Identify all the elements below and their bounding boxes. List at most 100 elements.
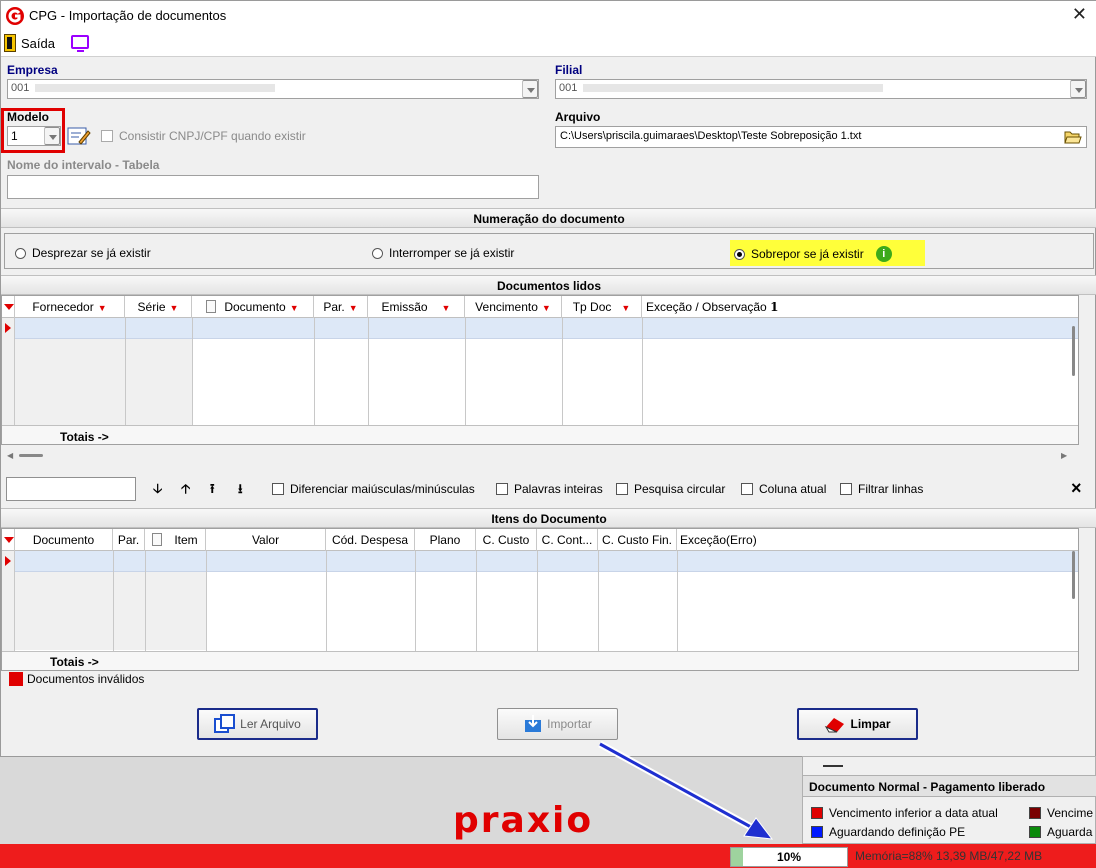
col-c-custo-fin-label: C. Custo Fin. [601,533,673,547]
empresa-value: 001 [11,82,30,94]
documentos-lidos-grid[interactable]: Fornecedor ▼ Série ▼ Documento ▼ Par. ▼ Emis… [1,295,1079,445]
legend-label: Vencimento inferior a data atual [829,806,998,820]
monitor-icon[interactable] [71,35,89,52]
col-emissao-label: Emissão [381,300,428,314]
col-plano[interactable]: Plano [415,529,476,551]
grid-header-row: Fornecedor ▼ Série ▼ Documento ▼ Par. ▼ Emis… [2,296,1078,318]
radio-interromper-label: Interromper se já existir [389,246,515,260]
radio-desprezar-dot[interactable] [15,247,26,259]
close-search-button[interactable]: × [1071,478,1082,499]
exit-door-icon[interactable] [4,34,16,52]
open-folder-icon[interactable] [1064,128,1082,145]
arrow-down-icon[interactable]: 🡣 [153,480,162,502]
checkbox-box[interactable] [272,483,284,495]
status-legend-panel: Documento Normal - Pagamento liberado Ve… [802,756,1096,844]
invalid-docs-legend: Documentos inválidos [9,672,144,686]
filter-rows-checkbox[interactable]: Filtrar linhas [840,482,923,496]
circular-search-checkbox[interactable]: Pesquisa circular [616,482,725,496]
edit-model-icon[interactable] [67,126,91,146]
nome-intervalo-input[interactable] [7,175,539,199]
case-sensitive-checkbox[interactable]: Diferenciar maiúsculas/minúsculas [272,482,475,496]
col-excecao-erro[interactable]: Exceção(Erro) [677,529,1078,551]
itens-grid[interactable]: Documento Par. Item Valor Cód. Despesa P… [1,528,1079,671]
empresa-select[interactable]: 001 [7,79,539,99]
current-row-arrow-icon [5,556,11,566]
empresa-label: Empresa [7,63,58,77]
legend-label: Vencime [1047,806,1094,820]
col-documento[interactable]: Documento ▼ [192,296,314,318]
radio-interromper-dot[interactable] [372,247,383,259]
radio-desprezar-label: Desprezar se já existir [32,246,151,260]
window-title: CPG - Importação de documentos [29,8,227,23]
chevron-down-icon[interactable] [1070,80,1086,98]
col-fornecedor[interactable]: Fornecedor ▼ [15,296,125,318]
horizontal-scrollbar[interactable]: ◀ ▶ [1,447,1079,463]
col-vencimento[interactable]: Vencimento ▼ [465,296,562,318]
document-icon [206,300,217,313]
vertical-scrollbar[interactable] [1072,326,1075,376]
radio-interromper[interactable]: Interromper se já existir [372,246,514,260]
col-c-cont[interactable]: C. Cont... [537,529,598,551]
legend-item-aguardando-pe: Aguardando definição PE [811,825,965,839]
itens-header: Itens do Documento [1,508,1096,528]
arquivo-input[interactable]: C:\Users\priscila.guimaraes\Desktop\Test… [555,126,1087,148]
grid-col-line [537,551,538,651]
scroll-left-icon[interactable]: ◀ [7,451,13,460]
info-icon[interactable]: i [875,246,892,262]
search-input[interactable] [6,477,136,501]
col-c-custo[interactable]: C. Custo [476,529,537,551]
col-tpdoc[interactable]: Tp Doc ▼ [562,296,642,318]
grid-col-line [206,551,207,651]
filter-icon[interactable]: ▼ [349,303,358,313]
limpar-label: Limpar [850,717,891,731]
consistir-cnpj-checkbox[interactable]: Consistir CNPJ/CPF quando existir [101,129,306,143]
arrow-up-icon[interactable]: 🡡 [181,480,190,502]
importar-button[interactable]: Importar [497,708,618,740]
grid-col-line [192,318,193,426]
checkbox-box[interactable] [616,483,628,495]
consistir-checkbox-box[interactable] [101,130,113,142]
vertical-scrollbar[interactable] [1072,551,1075,599]
current-column-checkbox[interactable]: Coluna atual [741,482,826,496]
radio-desprezar[interactable]: Desprezar se já existir [15,246,151,260]
scroll-thumb[interactable] [19,454,43,457]
checkbox-box[interactable] [741,483,753,495]
filial-name-redacted [583,84,884,93]
arrow-first-icon[interactable]: ⭱ [210,480,215,502]
col-valor[interactable]: Valor [206,529,326,551]
radio-sobrepor-dot[interactable] [734,248,745,260]
grid-corner [2,296,15,318]
ler-arquivo-button[interactable]: Ler Arquivo [197,708,318,740]
arrow-last-icon[interactable]: ⭳ [238,480,243,502]
radio-sobrepor[interactable]: Sobrepor se já existir i [734,246,892,262]
filial-select[interactable]: 001 [555,79,1087,99]
filter-icon[interactable]: ▼ [442,303,451,313]
col-item[interactable]: Item [145,529,206,551]
whole-words-checkbox[interactable]: Palavras inteiras [496,482,603,496]
filter-icon[interactable]: ▼ [98,303,107,313]
grid-col-line [314,318,315,426]
col-excecao[interactable]: Exceção / Observação 1 [642,296,1078,318]
checkbox-box[interactable] [840,483,852,495]
exit-button[interactable]: Saída [21,36,55,51]
checkbox-box[interactable] [496,483,508,495]
col-par[interactable]: Par. ▼ [314,296,368,318]
chevron-down-icon[interactable] [522,80,538,98]
col-cod-despesa[interactable]: Cód. Despesa [326,529,415,551]
col-emissao[interactable]: Emissão ▼ [368,296,465,318]
selected-row[interactable] [15,551,1078,572]
filter-icon[interactable]: ▼ [290,303,299,313]
col-item-par[interactable]: Par. [113,529,145,551]
close-window-button[interactable]: ✕ [1072,4,1087,25]
col-c-custo-fin[interactable]: C. Custo Fin. [598,529,677,551]
sort-order-marker: 1 [770,300,779,314]
filter-icon[interactable]: ▼ [621,303,630,313]
filter-icon[interactable]: ▼ [542,303,551,313]
filter-icon[interactable]: ▼ [170,303,179,313]
col-serie[interactable]: Série ▼ [125,296,192,318]
whole-words-label: Palavras inteiras [514,482,603,496]
col-item-documento[interactable]: Documento [15,529,113,551]
selected-row[interactable] [15,318,1078,339]
scroll-right-icon[interactable]: ▶ [1061,451,1067,460]
limpar-button[interactable]: Limpar [797,708,918,740]
